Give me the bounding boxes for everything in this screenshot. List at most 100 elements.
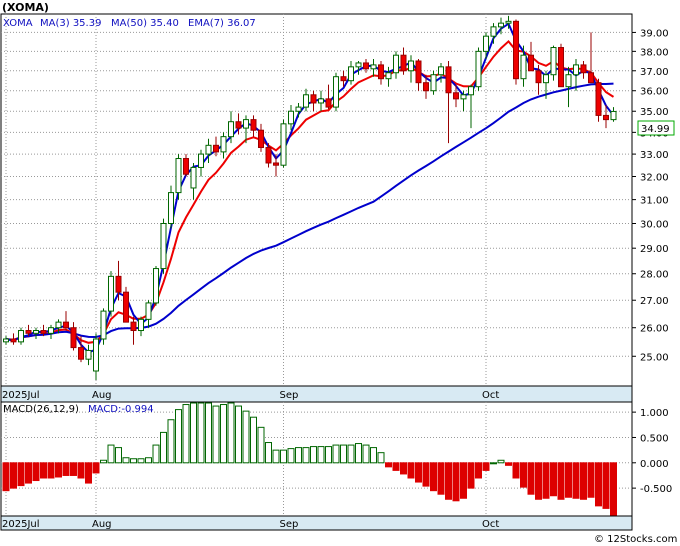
candle-body [363, 62, 369, 70]
candle-body [498, 22, 504, 28]
candle-body [370, 64, 377, 70]
last-price-label: 34.99 [641, 124, 670, 135]
macd-bar [520, 462, 527, 488]
macd-bar [227, 402, 235, 464]
candle-body [18, 330, 24, 343]
candle-body [408, 60, 414, 72]
candle-body [348, 66, 354, 82]
macd-bar [437, 462, 445, 495]
candle-body [288, 110, 294, 125]
last-price-badge: 34.99 [637, 120, 675, 136]
macd-bar [332, 444, 340, 464]
macd-bar [55, 462, 62, 478]
candle-body [550, 47, 557, 76]
macd-bar [370, 447, 377, 464]
macd-bar [115, 447, 122, 464]
candle-body [145, 302, 152, 320]
candle [100, 308, 107, 345]
candle-body [595, 82, 602, 116]
macd-bar [40, 462, 47, 479]
candle-body [475, 50, 482, 88]
price-tick-label: 33.00 [640, 150, 669, 161]
price-tick-label: 38.00 [640, 47, 669, 58]
macd-bar [460, 462, 467, 499]
candle-body [273, 162, 279, 166]
candle [595, 78, 602, 122]
candle-body [55, 321, 62, 329]
macd-bar [272, 449, 280, 464]
candle-body [580, 64, 587, 74]
candle-body [423, 82, 429, 92]
candle-body [130, 321, 137, 332]
candle-body [85, 349, 92, 360]
price-tick-label: 25.00 [640, 352, 669, 363]
macd-bar [2, 462, 10, 492]
candle-body [513, 20, 519, 80]
macd-y-ticks: 1.000 0.500 0.000 -0.500 [632, 408, 672, 495]
macd-legend: MACD:-0.994 [88, 404, 154, 415]
macd-bar [362, 444, 370, 464]
macd-bar [32, 462, 40, 482]
candle-body [243, 119, 249, 129]
date-tick-label: Oct [482, 390, 499, 401]
candle-body [355, 62, 362, 68]
macd-bar [287, 448, 295, 464]
candle [558, 43, 564, 88]
macd-bar [152, 444, 160, 464]
candle-body [108, 275, 114, 312]
candle-body [198, 153, 204, 168]
macd-bar [310, 446, 317, 464]
candle-body [190, 166, 197, 189]
candle-body [205, 144, 212, 155]
legend-ticker: XOMA [3, 18, 33, 29]
candle-body [213, 144, 219, 153]
macd-bar [190, 402, 197, 464]
price-tick-label: 37.00 [640, 67, 669, 78]
candle-body [318, 98, 324, 104]
macd-bar [430, 462, 437, 492]
candle-body [258, 129, 264, 149]
candle-body [78, 347, 84, 360]
macd-bar [422, 462, 430, 487]
macd-bar [317, 446, 325, 464]
candle-body [40, 330, 47, 334]
candle [108, 271, 114, 317]
candle-body [333, 76, 339, 108]
candle-body [528, 54, 534, 72]
footer-credit: © 12Stocks.com [594, 534, 677, 545]
candle-body [303, 94, 309, 108]
candle-body [48, 327, 54, 334]
macd-bar [392, 462, 400, 471]
macd-tick-label: -0.500 [640, 484, 672, 495]
macd-bar [182, 404, 190, 464]
candle-body [33, 330, 39, 334]
price-tick-label: 36.00 [640, 87, 669, 98]
date-tick-label: Sep [280, 519, 299, 530]
candle-body [235, 121, 242, 129]
macd-bar [445, 462, 452, 500]
macd-bar [302, 447, 310, 464]
price-tick-label: 31.00 [640, 196, 669, 207]
candle-body [265, 147, 272, 164]
macd-bar [70, 462, 77, 476]
macd-bar [145, 457, 152, 464]
candle-body [430, 74, 437, 92]
macd-bar [122, 457, 130, 464]
chart-title: (XOMA) [2, 1, 49, 14]
price-tick-label: 26.00 [640, 324, 669, 335]
candle-body [535, 70, 542, 84]
candle-body [543, 74, 549, 84]
macd-bar [497, 459, 505, 464]
candle-body [588, 72, 594, 84]
macd-bar [212, 405, 220, 464]
macd-bar [452, 462, 460, 502]
macd-bar [85, 462, 92, 484]
macd-bar [587, 462, 595, 498]
macd-tick-label: 1.000 [640, 408, 669, 419]
macd-bar [205, 402, 212, 464]
macd-bar [167, 419, 175, 464]
date-tick-label: 2025Jul [2, 390, 40, 401]
macd-bar [595, 462, 602, 507]
macd-bar [47, 462, 55, 479]
macd-bar [160, 431, 167, 464]
